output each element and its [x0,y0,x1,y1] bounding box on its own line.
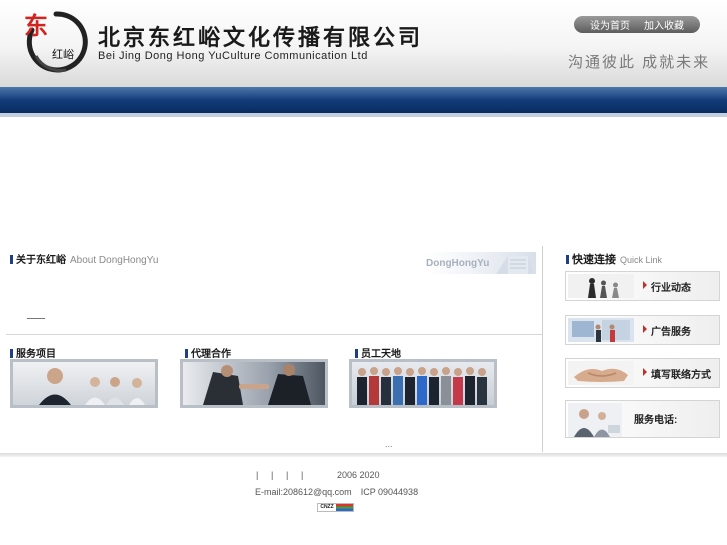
heading-bullet-icon [185,349,188,358]
footer-separator: | [286,470,289,480]
call-center-icon [568,403,622,437]
more-link[interactable]: ... [385,439,393,449]
section-divider [6,334,542,335]
arrow-right-icon [643,325,647,333]
quick-link-service-phone[interactable]: 服务电话: [565,400,720,438]
about-heading: 关于东红峪 About DongHongYu [10,251,158,266]
arrow-right-icon [643,281,647,289]
footer-divider [0,453,727,457]
office-people-icon [568,318,634,342]
business-team-icon [39,368,145,405]
about-divider [27,318,45,319]
quick-link-label: 行业动态 [651,283,691,294]
logo-char-dong: 东 [24,11,48,40]
quick-link-ad-services[interactable]: 广告服务 [565,315,720,345]
footer-separator: | [256,470,259,480]
staff-image[interactable] [349,359,497,408]
quick-links-title-cn: 快速连接 [572,254,616,266]
chess-pieces-icon [568,274,634,298]
slogan: 沟通彼此 成就未来 [568,54,711,71]
about-title-en: About DongHongYu [70,255,159,266]
cnzz-chart-icon [336,504,353,511]
footer-email[interactable]: E-mail:208612@qq.com [255,487,352,497]
company-logo[interactable]: 东 红峪 [22,8,90,76]
footer-separator: | [301,470,304,480]
staff-heading: 员工天地 [355,345,401,360]
heading-bullet-icon [355,349,358,358]
footer-separator: | [271,470,274,480]
heading-bullet-icon [10,349,13,358]
arrow-right-icon [643,368,647,376]
about-watermark: DongHongYu [426,258,490,269]
footer-icp[interactable]: ICP 09044938 [361,487,418,497]
footer-nav: | | | | [256,470,316,480]
cnzz-badge-text: CNZZ [318,504,336,511]
site-header: 东 红峪 北京东红峪文化传播有限公司 Bei Jing Dong Hong Yu… [0,0,727,87]
staff-group-icon [357,367,487,405]
handshake-icon [203,364,311,405]
quick-links-heading: 快速连接 Quick Link [566,251,662,267]
add-favorite-link[interactable]: 加入收藏 [644,17,684,32]
heading-bullet-icon [566,255,569,264]
building-icon [496,256,534,274]
company-name-en: Bei Jing Dong Hong YuCulture Communicati… [98,50,368,62]
quick-links-title-en: Quick Link [620,255,663,265]
footer-copyright-years: 2006 2020 [337,470,380,480]
agency-image[interactable] [180,359,328,408]
top-links-pill: 设为首页 加入收藏 [574,16,700,33]
company-name-cn: 北京东红峪文化传播有限公司 [98,25,424,51]
vertical-divider [542,246,543,452]
agency-heading: 代理合作 [185,345,231,360]
quick-link-label: 填写联络方式 [651,370,711,381]
services-image[interactable] [10,359,158,408]
services-heading: 服务项目 [10,345,56,360]
set-home-link[interactable]: 设为首页 [590,17,630,32]
handshake-hands-icon [568,361,634,385]
heading-bullet-icon [10,255,13,264]
service-phone-label: 服务电话: [634,415,678,426]
logo-char-hongyu: 红峪 [52,48,74,61]
about-title-cn: 关于东红峪 [16,255,66,266]
cnzz-stats-badge[interactable]: CNZZ [317,503,354,512]
footer-contact: E-mail:208612@qq.com ICP 09044938 [255,487,418,497]
banner-band [0,87,727,117]
quick-link-contact-form[interactable]: 填写联络方式 [565,358,720,388]
about-watermark-box: DongHongYu [426,252,536,274]
quick-link-label: 广告服务 [651,327,691,338]
quick-link-industry-news[interactable]: 行业动态 [565,271,720,301]
